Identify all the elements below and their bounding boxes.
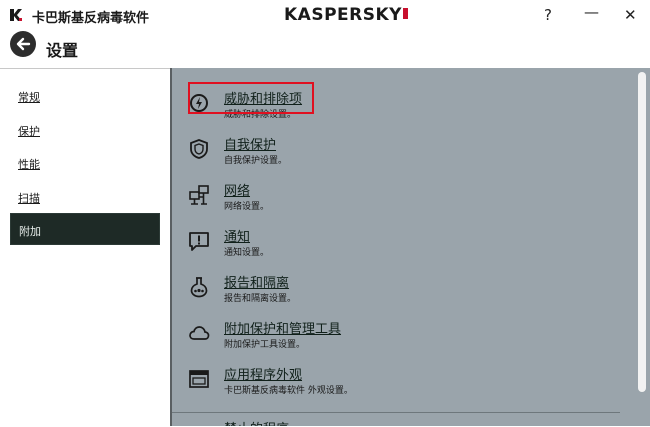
self-defense-link[interactable]: 自我保护 [224,134,276,153]
page-title: 设置 [46,41,79,60]
kaspersky-logo-icon [10,9,22,21]
reports-description: 报告和隔离设置。 [224,294,297,304]
self-defense-description: 自我保护设置。 [224,156,288,166]
additional-tools-link[interactable]: 附加保护和管理工具 [224,318,341,337]
settings-item-reports: 报告和隔离 报告和隔离设置。 [184,272,614,312]
sidebar-item-additional[interactable]: 附加 [10,213,160,245]
additional-tools-description: 附加保护工具设置。 [224,340,306,350]
notifications-link[interactable]: 通知 [224,226,250,245]
sidebar-item-protection[interactable]: 保护 [18,123,40,139]
appearance-description: 卡巴斯基反病毒软件 外观设置。 [224,386,353,396]
sidebar-item-general[interactable]: 常规 [18,89,40,105]
network-link[interactable]: 网络 [224,180,250,199]
sidebar [0,68,170,427]
brand-text: KASPERSKY [284,5,402,25]
sidebar-item-performance[interactable]: 性能 [18,156,40,172]
shield-icon [190,139,208,159]
settings-content: 威胁和排除项 威胁和排除设置。 自我保护 自我保护设置。 网络 网络设置。 通知… [172,68,650,426]
brand-mark-icon [402,8,408,19]
cut-off-link[interactable]: 禁止的程序 [224,418,289,426]
settings-item-cut-off: 禁止的程序 [184,418,384,426]
network-description: 网络设置。 [224,202,270,212]
reports-link[interactable]: 报告和隔离 [224,272,289,291]
back-arrow-icon [16,37,31,51]
brand-logo: KASPERSKY [284,5,408,25]
page-header [0,30,650,68]
network-icon [189,185,209,205]
minimize-button[interactable]: — [584,3,599,21]
settings-item-appearance: 应用程序外观 卡巴斯基反病毒软件 外观设置。 [184,364,614,404]
notification-icon [189,232,209,251]
settings-item-notifications: 通知 通知设置。 [184,226,614,266]
appearance-window-icon [189,370,209,388]
back-button[interactable] [10,31,36,57]
scrollbar-thumb[interactable] [638,72,646,392]
sidebar-item-scan[interactable]: 扫描 [18,190,40,206]
notifications-description: 通知设置。 [224,248,270,258]
settings-item-self-defense: 自我保护 自我保护设置。 [184,134,614,174]
settings-item-network: 网络 网络设置。 [184,180,614,220]
help-button[interactable]: ? [544,6,552,24]
settings-item-additional-tools: 附加保护和管理工具 附加保护工具设置。 [184,318,614,358]
section-divider [172,412,620,413]
highlight-box [188,82,314,114]
cloud-icon [189,326,210,340]
quarantine-flask-icon [190,277,208,298]
close-button[interactable]: ✕ [624,6,637,24]
sidebar-item-label: 附加 [19,225,41,238]
appearance-link[interactable]: 应用程序外观 [224,364,302,383]
app-title: 卡巴斯基反病毒软件 [32,11,150,26]
